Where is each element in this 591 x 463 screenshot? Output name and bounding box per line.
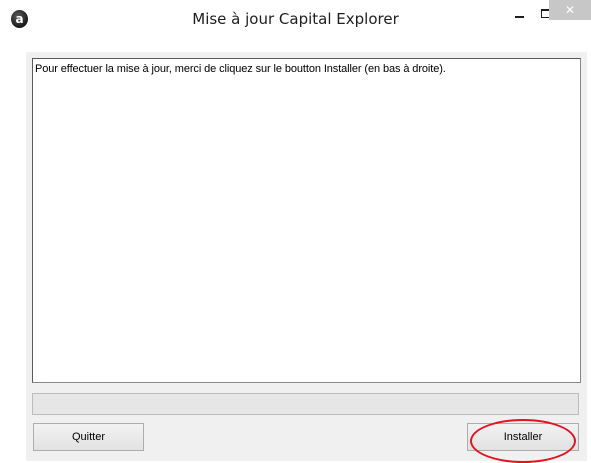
progress-bar [32,393,579,415]
install-button[interactable]: Installer [467,423,579,451]
close-icon[interactable]: ✕ [549,0,591,20]
window-title: Mise à jour Capital Explorer [192,10,399,28]
quit-button[interactable]: Quitter [33,423,144,451]
update-window: a Mise à jour Capital Explorer ✕ Pour ef… [0,0,591,463]
title-bar[interactable]: a Mise à jour Capital Explorer ✕ [0,0,591,38]
message-textarea[interactable]: Pour effectuer la mise à jour, merci de … [32,58,581,383]
minimize-icon[interactable] [507,4,533,24]
